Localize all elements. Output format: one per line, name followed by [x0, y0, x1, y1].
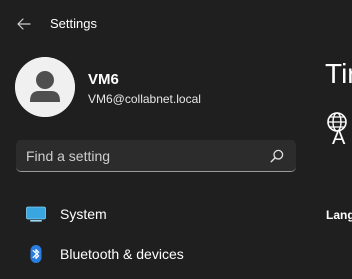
page-title: Tir	[325, 58, 352, 89]
language-letter: A	[332, 127, 346, 149]
sidebar-item-system[interactable]: System	[16, 196, 296, 232]
sidebar-item-label: Bluetooth & devices	[60, 246, 184, 262]
app-title: Settings	[50, 16, 97, 31]
search-input[interactable]	[26, 146, 256, 166]
title-bar: Settings	[0, 0, 352, 48]
user-profile[interactable]: VM6 VM6@collabnet.local	[15, 57, 305, 117]
language-section-label: Lang	[326, 208, 352, 222]
user-avatar-icon	[15, 57, 75, 117]
user-email: VM6@collabnet.local	[88, 92, 201, 106]
back-button[interactable]	[12, 12, 36, 36]
system-monitor-icon	[26, 206, 46, 222]
sidebar-item-label: System	[60, 206, 107, 222]
sidebar-item-bluetooth[interactable]: Bluetooth & devices	[16, 236, 296, 272]
search-icon[interactable]	[270, 149, 284, 163]
back-arrow-icon	[17, 18, 31, 30]
search-box[interactable]	[16, 140, 296, 172]
bluetooth-icon	[30, 245, 42, 263]
avatar[interactable]	[15, 57, 75, 117]
content-pane: Tir A Lang	[318, 0, 352, 279]
user-name: VM6	[88, 71, 119, 88]
